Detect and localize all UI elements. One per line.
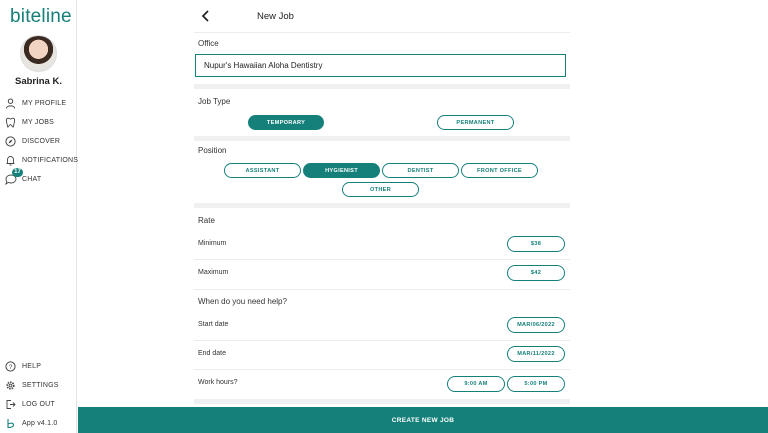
job-type-label: Job Type bbox=[198, 97, 231, 106]
divider bbox=[194, 289, 570, 290]
position-hygienist[interactable]: HYGIENIST bbox=[303, 163, 380, 178]
end-date-value[interactable]: MAR/11/2022 bbox=[507, 346, 565, 362]
person-icon bbox=[4, 97, 17, 110]
sidebar-item-label: NOTIFICATIONS bbox=[22, 156, 79, 164]
sidebar-item-label: MY JOBS bbox=[22, 118, 55, 126]
position-assistant[interactable]: ASSISTANT bbox=[224, 163, 301, 178]
sidebar-item-label: SETTINGS bbox=[22, 381, 59, 389]
sidebar-item-my-profile[interactable]: MY PROFILE bbox=[4, 96, 66, 110]
app-logo-icon bbox=[4, 417, 17, 430]
divider bbox=[194, 340, 570, 341]
end-date-label: End date bbox=[198, 350, 227, 357]
rate-maximum-label: Maximum bbox=[198, 269, 229, 276]
sidebar-item-chat[interactable]: 17 CHAT bbox=[4, 167, 42, 186]
sidebar-item-notifications[interactable]: NOTIFICATIONS bbox=[4, 153, 78, 167]
user-name: Sabrina K. bbox=[15, 76, 62, 87]
compass-icon bbox=[4, 135, 17, 148]
main-content: New Job Office Nupur's Hawaiian Aloha De… bbox=[78, 0, 768, 433]
section-separator bbox=[194, 203, 570, 208]
office-label: Office bbox=[198, 39, 219, 48]
divider bbox=[194, 369, 570, 370]
bell-icon bbox=[4, 154, 17, 167]
sidebar-item-my-jobs[interactable]: MY JOBS bbox=[4, 115, 54, 129]
gear-icon bbox=[4, 379, 17, 392]
rate-maximum-value[interactable]: $42 bbox=[507, 265, 565, 281]
section-separator bbox=[194, 84, 570, 89]
sidebar: biteline Sabrina K. MY PROFILE MY JOBS D… bbox=[0, 0, 78, 433]
start-date-value[interactable]: MAR/06/2022 bbox=[507, 317, 565, 333]
app-version-label: App v4.1.0 bbox=[22, 419, 58, 427]
sidebar-item-label: HELP bbox=[22, 362, 42, 370]
help-icon: ? bbox=[4, 360, 17, 373]
work-hours-start[interactable]: 9:00 AM bbox=[447, 376, 505, 392]
tooth-icon bbox=[4, 116, 17, 129]
sidebar-item-help[interactable]: ? HELP bbox=[4, 359, 41, 373]
section-separator bbox=[194, 136, 570, 141]
rate-minimum-value[interactable]: $38 bbox=[507, 236, 565, 252]
sidebar-item-discover[interactable]: DISCOVER bbox=[4, 134, 60, 148]
create-new-job-button[interactable]: CREATE NEW JOB bbox=[78, 407, 768, 433]
back-arrow-icon[interactable] bbox=[199, 8, 213, 24]
office-field[interactable]: Nupur's Hawaiian Aloha Dentistry bbox=[195, 54, 566, 77]
position-dentist[interactable]: DENTIST bbox=[382, 163, 459, 178]
app-version: App v4.1.0 bbox=[4, 416, 57, 430]
schedule-label: When do you need help? bbox=[198, 297, 287, 306]
svg-text:?: ? bbox=[9, 364, 13, 371]
page-title: New Job bbox=[257, 11, 294, 22]
chat-icon: 17 bbox=[4, 167, 23, 186]
brand-logo: biteline bbox=[10, 6, 72, 27]
work-hours-label: Work hours? bbox=[198, 379, 238, 386]
logout-icon bbox=[4, 398, 17, 411]
job-type-temporary[interactable]: TEMPORARY bbox=[248, 115, 324, 130]
sidebar-item-label: DISCOVER bbox=[22, 137, 61, 145]
sidebar-item-settings[interactable]: SETTINGS bbox=[4, 378, 59, 392]
section-separator bbox=[194, 399, 570, 404]
sidebar-item-label: CHAT bbox=[22, 175, 42, 183]
avatar[interactable] bbox=[20, 35, 57, 72]
position-other[interactable]: OTHER bbox=[342, 182, 419, 197]
rate-minimum-label: Minimum bbox=[198, 240, 227, 247]
chat-badge: 17 bbox=[12, 167, 23, 177]
sidebar-item-label: MY PROFILE bbox=[22, 99, 67, 107]
sidebar-item-label: LOG OUT bbox=[22, 400, 55, 408]
rate-label: Rate bbox=[198, 216, 215, 225]
job-type-permanent[interactable]: PERMANENT bbox=[437, 115, 514, 130]
sidebar-item-log-out[interactable]: LOG OUT bbox=[4, 397, 55, 411]
divider bbox=[194, 32, 570, 33]
work-hours-end[interactable]: 5:00 PM bbox=[507, 376, 565, 392]
position-label: Position bbox=[198, 146, 227, 155]
position-front-office[interactable]: FRONT OFFICE bbox=[461, 163, 538, 178]
divider bbox=[194, 259, 570, 260]
start-date-label: Start date bbox=[198, 321, 229, 328]
